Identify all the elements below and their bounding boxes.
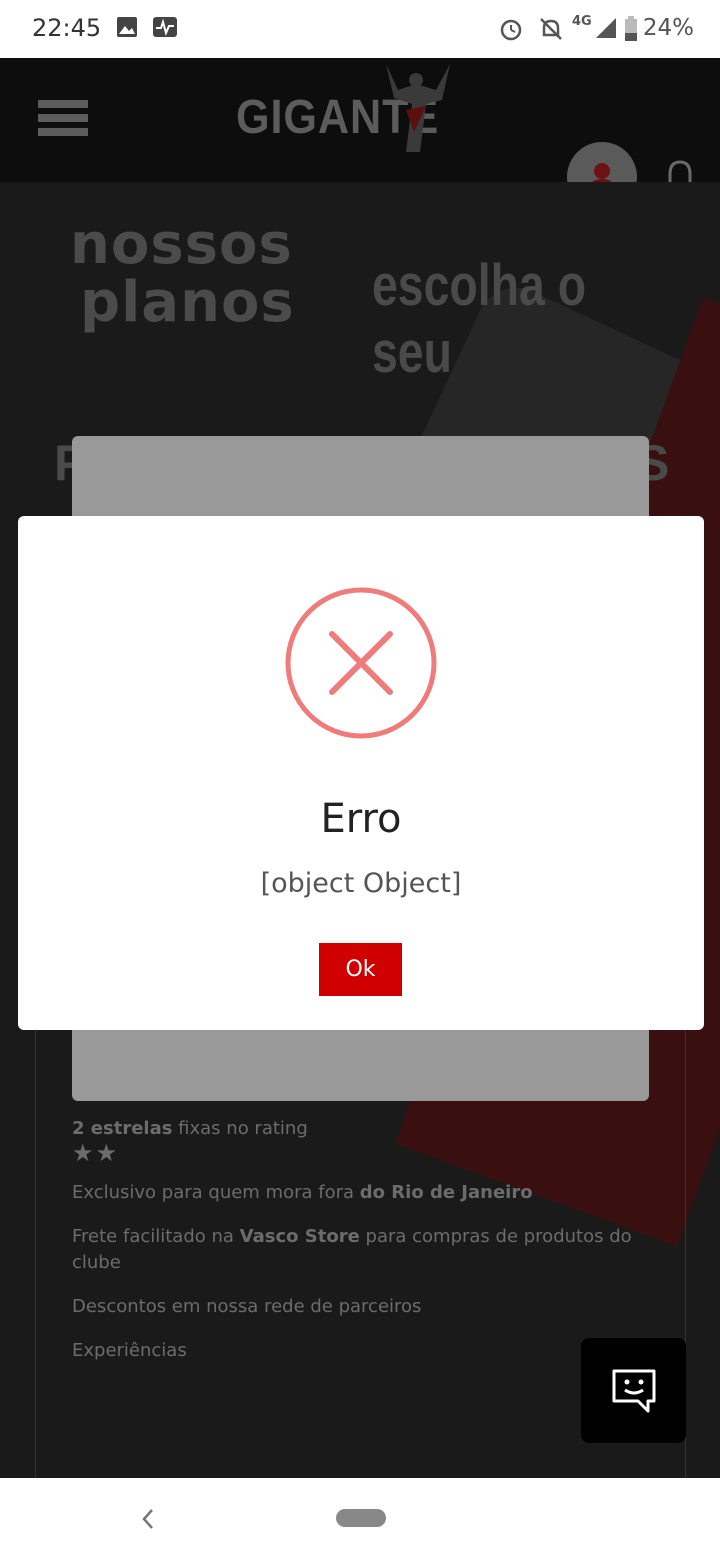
ok-button[interactable]: Ok (319, 943, 402, 996)
gallery-icon (117, 17, 137, 37)
benefit-item: Exclusivo para quem mora fora do Rio de … (72, 1182, 533, 1203)
page-heading: nossos planos (70, 216, 295, 332)
back-icon[interactable] (138, 1506, 158, 1532)
notifications-off-icon (540, 18, 562, 40)
error-dialog: Erro [object Object] Ok (18, 516, 704, 1030)
error-x-icon (285, 587, 437, 739)
alarm-icon (500, 19, 522, 41)
benefit-item: Frete facilitado na Vasco Store para com… (72, 1226, 632, 1273)
benefits-list: 2 estrelas fixas no rating ★★ Exclusivo … (72, 1116, 652, 1382)
battery-icon (625, 16, 637, 41)
benefit-item: Descontos em nossa rede de parceiros (72, 1296, 422, 1317)
page-subheading: escolha o seu (372, 253, 587, 385)
menu-icon[interactable] (38, 100, 88, 140)
gigante-logo[interactable]: GIGANTE (236, 62, 466, 152)
activity-icon (153, 17, 177, 37)
dialog-message: [object Object] (260, 868, 462, 899)
network-type: 4G (572, 14, 592, 29)
rating-stars: ★★ (72, 1139, 120, 1167)
status-time: 22:45 (32, 14, 102, 42)
benefit-item: 2 estrelas fixas no rating (72, 1118, 308, 1139)
system-nav-bar (0, 1478, 720, 1560)
chat-button[interactable] (581, 1338, 686, 1443)
chat-bot-icon (612, 1369, 655, 1412)
benefit-item: Experiências (72, 1340, 187, 1361)
home-pill[interactable] (336, 1509, 386, 1527)
dialog-title: Erro (320, 796, 402, 842)
logo-figure-icon (386, 64, 450, 152)
heading-line-2: planos (80, 270, 295, 335)
status-bar: 22:45 4G 24% (0, 0, 720, 58)
heading-line-1: nossos (70, 212, 293, 277)
battery-percent: 24% (642, 15, 694, 41)
signal-icon (596, 18, 616, 38)
